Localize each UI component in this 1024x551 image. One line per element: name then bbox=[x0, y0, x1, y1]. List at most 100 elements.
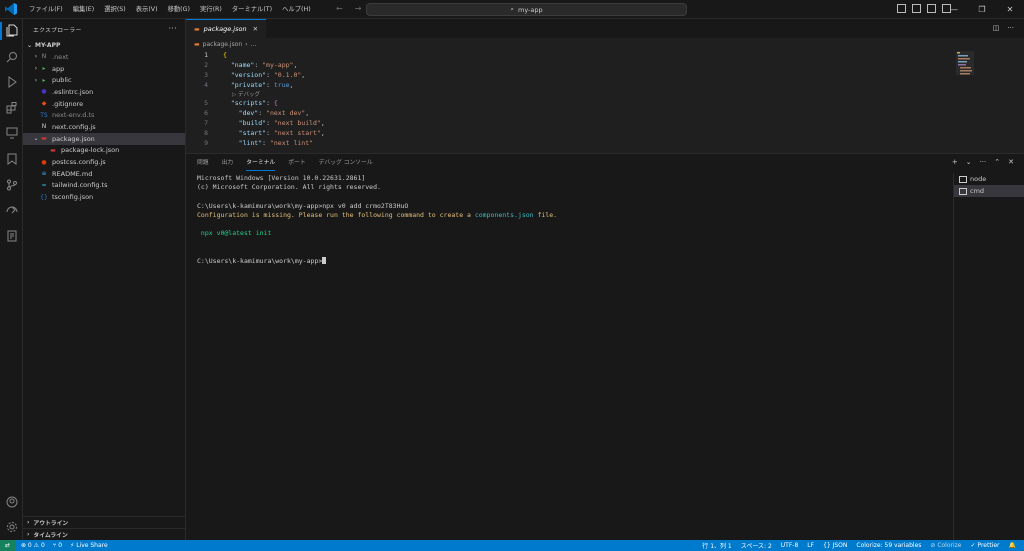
status-left-item[interactable]: ⚡ Live Share bbox=[70, 542, 108, 549]
toggle-panel-icon[interactable] bbox=[912, 4, 921, 13]
tree-item[interactable]: › ▸ app bbox=[23, 63, 185, 75]
status-right-item[interactable]: ⊘ Colorize bbox=[930, 542, 961, 549]
tree-item[interactable]: ▬ package-lock.json bbox=[23, 145, 185, 157]
back-arrow-icon[interactable]: ← bbox=[336, 4, 343, 13]
terminal-list: node cmd bbox=[953, 173, 1024, 541]
status-right-item[interactable]: UTF-8 bbox=[781, 542, 799, 549]
maximize-panel-icon[interactable]: ⌃ bbox=[994, 158, 1000, 166]
panel-tab[interactable]: 出力 bbox=[222, 154, 234, 173]
tree-item[interactable]: ● .eslintrc.json bbox=[23, 86, 185, 98]
menu-item[interactable]: 表示(V) bbox=[131, 0, 163, 19]
tab-package-json[interactable]: ▬ package.json ✕ bbox=[186, 19, 267, 38]
more-actions-icon[interactable]: ··· bbox=[1007, 24, 1014, 32]
panel-tab[interactable]: 問題 bbox=[197, 154, 209, 173]
terminal-list-item[interactable]: node bbox=[954, 173, 1024, 185]
terminal-list-item[interactable]: cmd bbox=[954, 185, 1024, 197]
menu-item[interactable]: 選択(S) bbox=[99, 0, 131, 19]
terminal-list-label: cmd bbox=[970, 187, 985, 195]
status-right: 行 1、列 1 スペース: 2 UTF-8 LF {} JSON Colorize: 59… bbox=[702, 540, 1016, 551]
close-icon[interactable]: ✕ bbox=[253, 25, 258, 33]
toggle-secondary-sidebar-icon[interactable] bbox=[927, 4, 936, 13]
menu-item[interactable]: ファイル(F) bbox=[24, 0, 68, 19]
bookmark-icon[interactable] bbox=[4, 151, 19, 166]
status-left: ⊗ 0 ⚠ 0 ⑂ 0 ⚡ Live Share bbox=[21, 542, 108, 549]
tree-item[interactable]: › N .next bbox=[23, 51, 185, 63]
settings-gear-icon[interactable] bbox=[4, 519, 19, 534]
terminal-text: npx v0@latest init bbox=[197, 229, 272, 238]
status-right-item[interactable]: ✓ Prettier bbox=[971, 542, 1000, 549]
chevron-down-icon[interactable]: ⌄ bbox=[966, 158, 972, 166]
more-actions-icon[interactable]: ··· bbox=[168, 24, 177, 33]
new-terminal-icon[interactable]: + bbox=[952, 158, 958, 166]
breadcrumb-more[interactable]: ... bbox=[251, 41, 257, 48]
restore-icon[interactable]: ❐ bbox=[968, 0, 996, 19]
tree-item[interactable]: › ▸ public bbox=[23, 74, 185, 86]
account-icon[interactable] bbox=[4, 494, 19, 509]
status-right-item[interactable]: {} JSON bbox=[823, 542, 847, 549]
code-view[interactable]: 1{2 "name": "my-app", 3 "version": "0.1.0… bbox=[186, 50, 1024, 148]
remote-indicator[interactable]: ⇄ bbox=[0, 540, 15, 551]
tree-item[interactable]: TS next-env.d.ts bbox=[23, 109, 185, 121]
status-right-item[interactable]: Colorize: 59 variables bbox=[856, 542, 921, 549]
tree-item[interactable]: ● postcss.config.js bbox=[23, 156, 185, 168]
source-control-icon[interactable] bbox=[4, 74, 19, 89]
explorer-header: エクスプローラー ··· bbox=[23, 19, 185, 39]
split-editor-icon[interactable]: ◫ bbox=[993, 24, 1000, 32]
line-number: 4 bbox=[204, 81, 208, 89]
debug-codelens[interactable]: ▷ デバッグ bbox=[186, 90, 1024, 98]
search-icon: ⌕ bbox=[510, 5, 514, 13]
sidebar-panel-header[interactable]: › アウトライン bbox=[23, 516, 186, 528]
explorer-icon[interactable] bbox=[4, 23, 19, 38]
status-right-item[interactable]: スペース: 2 bbox=[741, 541, 772, 550]
breadcrumb-file[interactable]: package.json bbox=[203, 41, 243, 48]
terminal-text-highlight: components.json bbox=[474, 210, 534, 219]
terminal-text: Microsoft Windows [Version 10.0.22631.28… bbox=[197, 174, 366, 182]
close-panel-icon[interactable]: ✕ bbox=[1008, 158, 1014, 166]
close-icon[interactable]: ✕ bbox=[996, 0, 1024, 19]
menu-item[interactable]: 編集(E) bbox=[68, 0, 100, 19]
command-center-search[interactable]: ⌕ my-app bbox=[366, 3, 687, 16]
code-token: "scripts" bbox=[230, 99, 267, 107]
search-icon[interactable] bbox=[4, 49, 19, 64]
minimap[interactable] bbox=[956, 51, 974, 75]
line-number: 2 bbox=[204, 61, 208, 69]
docker-icon[interactable] bbox=[4, 228, 19, 243]
forward-arrow-icon[interactable]: → bbox=[355, 4, 362, 13]
status-right-item[interactable]: 🔔 bbox=[1009, 542, 1016, 549]
menu-item[interactable]: 実行(R) bbox=[195, 0, 227, 19]
tree-item[interactable]: {} tsconfig.json bbox=[23, 191, 185, 203]
status-left-item[interactable]: ⑂ 0 bbox=[53, 542, 62, 549]
tree-item[interactable]: Nnext.config.js bbox=[23, 121, 185, 133]
tree-item[interactable]: ◆ .gitignore bbox=[23, 98, 185, 110]
git-graph-icon[interactable] bbox=[4, 177, 19, 192]
status-bar: ⇄ ⊗ 0 ⚠ 0 ⑂ 0 ⚡ Live Share 行 1、列 1 スペース: 2 U… bbox=[0, 540, 1024, 551]
more-actions-icon[interactable]: ··· bbox=[980, 158, 987, 166]
status-left-item[interactable]: ⊗ 0 ⚠ 0 bbox=[21, 542, 45, 549]
file-type-icon: N bbox=[41, 53, 47, 61]
panel-tab[interactable]: ポート bbox=[288, 154, 305, 173]
terminal-text: C:\Users\k-kamimura\work\my-app>npx v0 a… bbox=[197, 201, 409, 210]
terminal-line: C:\Users\k-kamimura\work\my-app>npx v0 a… bbox=[197, 202, 947, 211]
menu-item[interactable]: ヘルプ(H) bbox=[277, 0, 316, 19]
status-right-item[interactable]: 行 1、列 1 bbox=[702, 541, 731, 550]
sidebar-panel-header[interactable]: › タイムライン bbox=[23, 528, 186, 540]
tree-item[interactable]: ≡ README.md bbox=[23, 168, 185, 180]
minimize-icon[interactable]: — bbox=[940, 0, 968, 19]
code-line: 6 "dev": "next dev", bbox=[186, 108, 1024, 118]
toggle-sidebar-icon[interactable] bbox=[897, 4, 906, 13]
panel-tab[interactable]: ターミナル bbox=[246, 154, 276, 173]
activity-bar bbox=[0, 19, 23, 540]
terminal-output[interactable]: Microsoft Windows [Version 10.0.22631.28… bbox=[197, 174, 947, 266]
remote-explorer-icon[interactable] bbox=[4, 125, 19, 140]
tree-item[interactable]: ⌄ ▬ package.json bbox=[23, 132, 185, 145]
live-share-icon[interactable] bbox=[4, 202, 19, 217]
menu-item[interactable]: ターミナル(T) bbox=[227, 0, 277, 19]
status-right-item[interactable]: LF bbox=[807, 542, 814, 549]
extensions-icon[interactable] bbox=[4, 100, 19, 115]
workspace-root[interactable]: ⌄ MY-APP bbox=[23, 39, 185, 51]
tree-item[interactable]: ≈ tailwind.config.ts bbox=[23, 180, 185, 192]
search-text: my-app bbox=[517, 5, 543, 14]
code-token: , bbox=[305, 109, 310, 117]
panel-tab[interactable]: デバッグ コンソール bbox=[319, 154, 373, 173]
menu-item[interactable]: 移動(G) bbox=[163, 0, 195, 19]
